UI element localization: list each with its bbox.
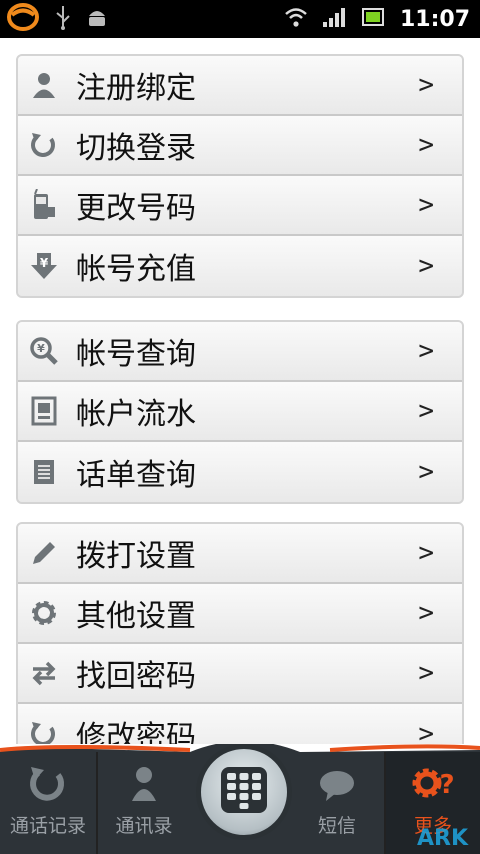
yuan-search-icon: ¥ bbox=[18, 336, 70, 366]
pencil-icon bbox=[18, 538, 70, 568]
status-bar: 11:07 bbox=[0, 0, 480, 38]
bottom-tab-bar: 通话记录 通讯录 短信 ? 更多 ARK bbox=[0, 744, 480, 854]
chevron-right-icon: > bbox=[418, 658, 434, 688]
user-icon bbox=[18, 71, 70, 99]
battery-icon bbox=[361, 7, 386, 31]
wifi-icon bbox=[284, 6, 308, 32]
chevron-right-icon: > bbox=[418, 190, 434, 220]
dialpad-icon bbox=[219, 765, 269, 819]
tab-contacts[interactable]: 通讯录 bbox=[98, 752, 190, 854]
dialpad-button[interactable] bbox=[196, 744, 292, 840]
refresh-icon bbox=[18, 131, 70, 159]
menu-item-account-query[interactable]: ¥ 帐号查询 > bbox=[18, 322, 462, 382]
chevron-right-icon: > bbox=[418, 251, 434, 281]
chevron-right-icon: > bbox=[418, 457, 434, 487]
document-icon bbox=[18, 396, 70, 426]
menu-item-change-password[interactable]: 修改密码 > bbox=[18, 704, 462, 744]
contact-icon bbox=[129, 765, 159, 807]
refresh-icon bbox=[18, 720, 70, 744]
svg-text:¥: ¥ bbox=[40, 256, 49, 270]
svg-text:?: ? bbox=[439, 770, 454, 800]
menu-group-query: ¥ 帐号查询 > 帐户流水 > 话单查询 > bbox=[16, 320, 464, 504]
chevron-right-icon: > bbox=[418, 396, 434, 426]
menu-group-account: 注册绑定 > 切换登录 > 更改号码 > ¥ 帐号充值 > bbox=[16, 54, 464, 298]
history-icon bbox=[28, 765, 68, 807]
svg-text:¥: ¥ bbox=[37, 342, 45, 355]
swap-icon bbox=[18, 659, 70, 687]
app-logo-icon bbox=[6, 2, 40, 36]
chevron-right-icon: > bbox=[418, 336, 434, 366]
menu-item-other-settings[interactable]: 其他设置 > bbox=[18, 584, 462, 644]
android-debug-icon bbox=[86, 6, 108, 32]
chevron-right-icon: > bbox=[418, 70, 434, 100]
menu-item-switch-login[interactable]: 切换登录 > bbox=[18, 116, 462, 176]
menu-list[interactable]: 注册绑定 > 切换登录 > 更改号码 > ¥ 帐号充值 > ¥ 帐号查询 > 帐… bbox=[0, 38, 480, 744]
menu-item-retrieve-password[interactable]: 找回密码 > bbox=[18, 644, 462, 704]
menu-item-recharge[interactable]: ¥ 帐号充值 > bbox=[18, 236, 462, 296]
watermark: ARK bbox=[416, 826, 468, 851]
gear-question-icon: ? bbox=[409, 763, 457, 807]
usb-icon bbox=[54, 4, 72, 34]
list-icon bbox=[18, 459, 70, 485]
tab-messages[interactable]: 短信 bbox=[292, 752, 382, 854]
menu-item-dial-settings[interactable]: 拨打设置 > bbox=[18, 524, 462, 584]
chevron-right-icon: > bbox=[418, 538, 434, 568]
chevron-right-icon: > bbox=[418, 719, 434, 744]
status-clock: 11:07 bbox=[399, 6, 470, 32]
chevron-right-icon: > bbox=[418, 598, 434, 628]
chevron-right-icon: > bbox=[418, 130, 434, 160]
menu-item-bill-query[interactable]: 话单查询 > bbox=[18, 442, 462, 502]
gear-icon bbox=[18, 597, 70, 629]
menu-group-settings: 拨打设置 > 其他设置 > 找回密码 > 修改密码 > bbox=[16, 522, 464, 744]
menu-item-register-bind[interactable]: 注册绑定 > bbox=[18, 56, 462, 116]
signal-icon bbox=[322, 6, 348, 32]
chat-icon bbox=[318, 769, 356, 807]
tab-call-history[interactable]: 通话记录 bbox=[0, 752, 96, 854]
phone-icon bbox=[18, 189, 70, 221]
menu-item-account-flow[interactable]: 帐户流水 > bbox=[18, 382, 462, 442]
yuan-down-icon: ¥ bbox=[18, 251, 70, 281]
menu-item-change-number[interactable]: 更改号码 > bbox=[18, 176, 462, 236]
